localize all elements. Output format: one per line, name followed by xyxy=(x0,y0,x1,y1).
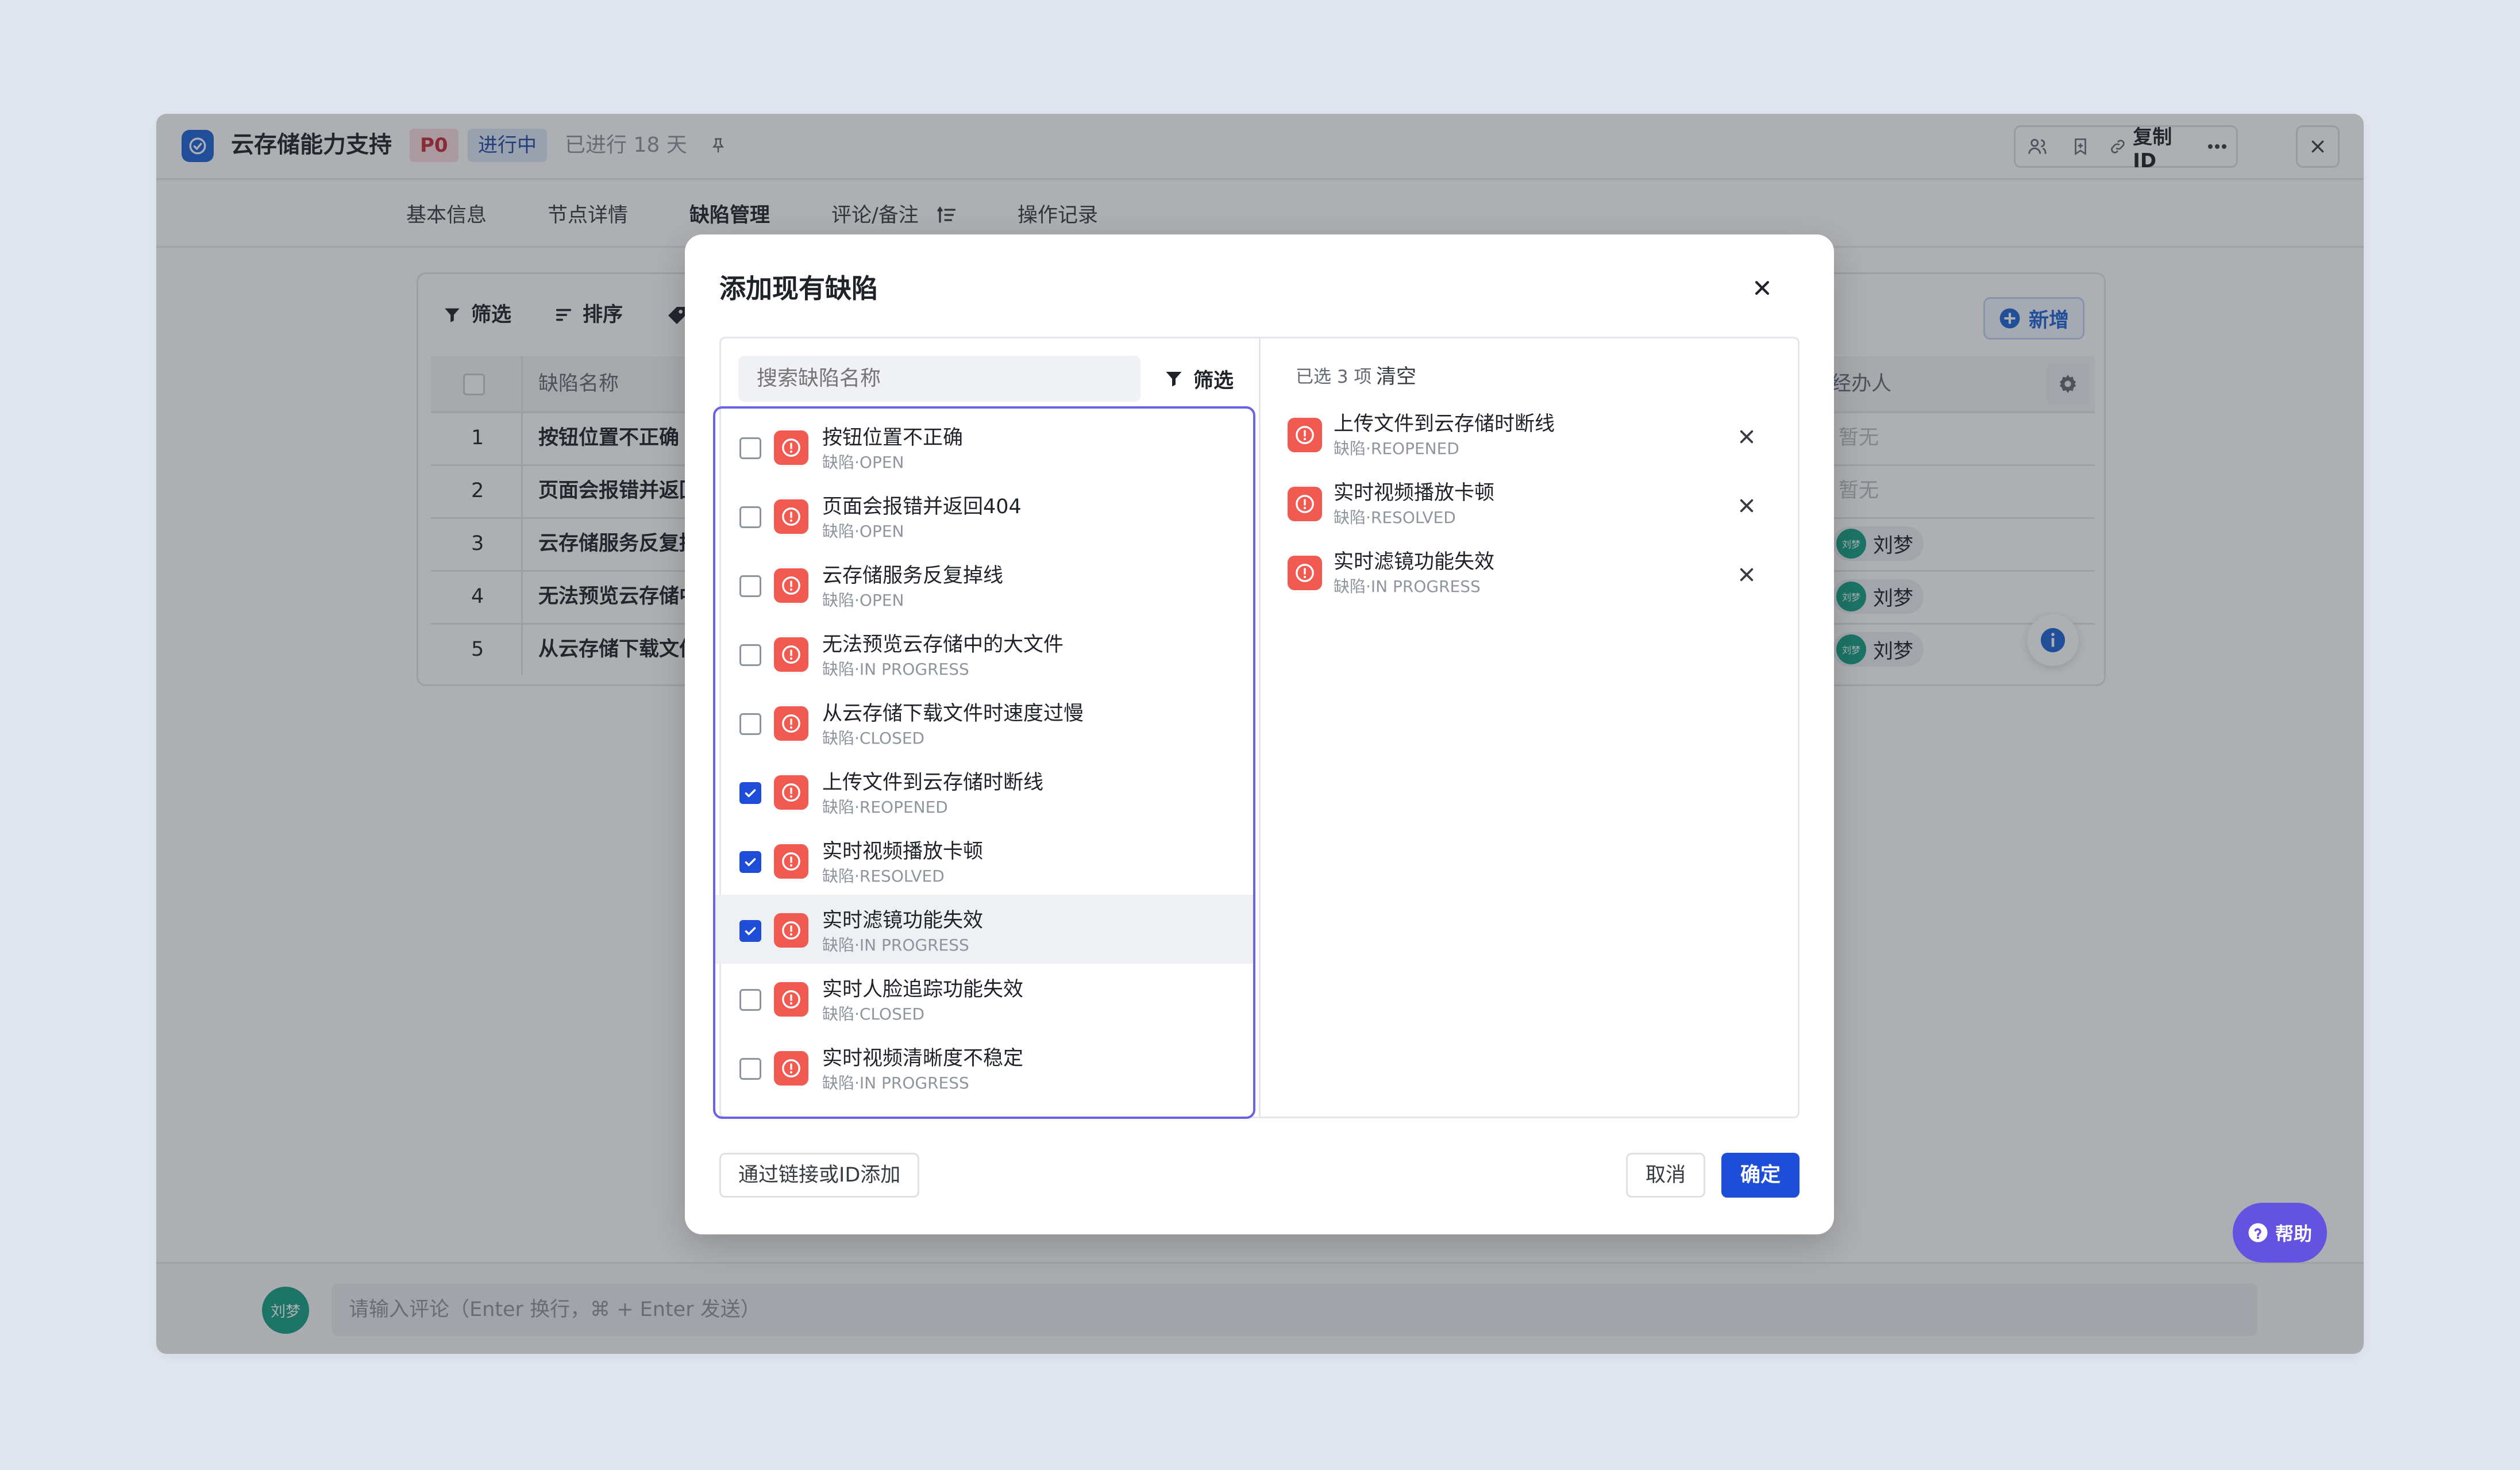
defect-list-item[interactable]: 从云存储下载文件时速度过慢缺陷·CLOSED xyxy=(715,688,1253,757)
help-button[interactable]: 帮助 xyxy=(2233,1203,2327,1263)
item-status: 缺陷·OPEN xyxy=(822,522,904,541)
defect-icon xyxy=(1288,418,1322,452)
item-title: 实时滤镜功能失效 xyxy=(822,909,984,932)
item-title: 上传文件到云存储时断线 xyxy=(822,771,1044,794)
item-title: 页面会报错并返回404 xyxy=(822,495,1022,518)
selected-item: 实时视频播放卡顿缺陷·RESOLVED xyxy=(1273,471,1790,540)
item-title: 按钮位置不正确 xyxy=(822,426,964,449)
remove-icon[interactable] xyxy=(1732,491,1761,520)
defect-icon xyxy=(774,844,808,879)
dialog-filter-button[interactable]: 筛选 xyxy=(1163,356,1234,402)
item-checkbox[interactable] xyxy=(739,575,761,597)
item-status: 缺陷·IN PROGRESS xyxy=(822,936,969,955)
item-status: 缺陷·CLOSED xyxy=(822,1005,925,1023)
defect-list-item[interactable]: 页面会报错并返回404 缺陷·OPEN xyxy=(715,481,1253,550)
search-input[interactable] xyxy=(738,356,1140,402)
selected-item-title: 上传文件到云存储时断线 xyxy=(1334,413,1555,436)
item-title: 无法预览云存储中的大文件 xyxy=(822,633,1064,656)
item-title: 从云存储下载文件时速度过慢 xyxy=(822,702,1084,725)
help-icon xyxy=(2248,1223,2268,1242)
item-status: 缺陷·OPEN xyxy=(822,453,904,472)
add-by-link-button[interactable]: 通过链接或ID添加 xyxy=(719,1153,920,1198)
dialog-filter-label: 筛选 xyxy=(1193,369,1234,392)
remove-icon[interactable] xyxy=(1732,560,1761,589)
item-checkbox[interactable] xyxy=(739,851,761,873)
defect-icon xyxy=(774,499,808,534)
selected-item-status: 缺陷·REOPENED xyxy=(1334,439,1459,458)
defect-icon xyxy=(774,775,808,810)
item-status: 缺陷·RESOLVED xyxy=(822,867,945,886)
dialog-close-icon[interactable] xyxy=(1742,268,1782,308)
dialog-title: 添加现有缺陷 xyxy=(719,273,878,304)
defect-icon xyxy=(1288,556,1322,590)
selected-item-title: 实时视频播放卡顿 xyxy=(1334,482,1495,505)
defect-list-item[interactable]: 按钮位置不正确缺陷·OPEN xyxy=(715,412,1253,481)
item-status: 缺陷·CLOSED xyxy=(822,729,925,748)
item-checkbox[interactable] xyxy=(739,713,761,735)
defect-list-item[interactable]: 上传文件到云存储时断线缺陷·REOPENED xyxy=(715,757,1253,826)
item-status: 缺陷·IN PROGRESS xyxy=(822,1073,969,1092)
remove-icon[interactable] xyxy=(1732,422,1761,451)
clear-selection-link[interactable]: 清空 xyxy=(1376,359,1416,395)
help-label: 帮助 xyxy=(2275,1223,2312,1245)
defect-icon xyxy=(774,568,808,603)
item-checkbox[interactable] xyxy=(739,644,761,666)
item-checkbox[interactable] xyxy=(739,1058,761,1080)
selected-item: 上传文件到云存储时断线缺陷·REOPENED xyxy=(1273,402,1790,471)
item-title: 实时视频播放卡顿 xyxy=(822,840,984,863)
selected-item: 实时滤镜功能失效缺陷·IN PROGRESS xyxy=(1273,540,1790,609)
defect-icon xyxy=(774,982,808,1017)
defect-list-item[interactable]: 实时视频播放卡顿缺陷·RESOLVED xyxy=(715,826,1253,895)
selected-item-title: 实时滤镜功能失效 xyxy=(1334,551,1495,574)
defect-icon xyxy=(1288,487,1322,521)
defect-list-item[interactable]: 实时视频清晰度不稳定缺陷·IN PROGRESS xyxy=(715,1033,1253,1102)
item-status: 缺陷·IN PROGRESS xyxy=(822,660,969,679)
item-checkbox[interactable] xyxy=(739,782,761,804)
item-title: 云存储服务反复掉线 xyxy=(822,564,1004,587)
defect-list-item[interactable]: 无法预览云存储中的大文件缺陷·IN PROGRESS xyxy=(715,619,1253,688)
item-checkbox[interactable] xyxy=(739,920,761,942)
confirm-button[interactable]: 确定 xyxy=(1721,1153,1800,1198)
item-checkbox[interactable] xyxy=(739,989,761,1011)
defect-icon xyxy=(774,706,808,741)
selected-count: 已选 3 项 xyxy=(1296,367,1372,387)
defect-icon xyxy=(774,913,808,948)
cancel-button[interactable]: 取消 xyxy=(1626,1153,1705,1198)
selected-item-status: 缺陷·RESOLVED xyxy=(1334,508,1456,527)
add-existing-defect-dialog: 添加现有缺陷 筛选 按钮位置不正确缺陷·OPEN 页面会报错并返回404 缺陷·OP… xyxy=(685,234,1834,1234)
item-checkbox[interactable] xyxy=(739,506,761,528)
item-checkbox[interactable] xyxy=(739,437,761,459)
defect-list-item[interactable]: 云存储服务反复掉线缺陷·OPEN xyxy=(715,550,1253,619)
defect-icon xyxy=(774,430,808,465)
panel-divider xyxy=(1259,338,1261,1117)
filter-icon xyxy=(1166,372,1182,387)
defect-list-item[interactable]: 实时人脸追踪功能失效缺陷·CLOSED xyxy=(715,964,1253,1033)
selected-item-status: 缺陷·IN PROGRESS xyxy=(1334,577,1481,596)
defect-list: 按钮位置不正确 缺陷·OPEN 页面会报错并返回404 缺陷·OPEN 云存储服务反复掉… xyxy=(713,406,1255,1119)
item-status: 缺陷·OPEN xyxy=(822,591,904,610)
item-title: 实时人脸追踪功能失效 xyxy=(822,978,1024,1001)
defect-icon xyxy=(774,1051,808,1086)
item-status: 缺陷·REOPENED xyxy=(822,798,948,817)
item-title: 实时视频清晰度不稳定 xyxy=(822,1047,1024,1070)
selection-panel: 筛选 按钮位置不正确缺陷·OPEN页面会报错并返回404缺陷·OPEN云存储服务… xyxy=(713,337,1800,1119)
defect-list-item[interactable]: 实时滤镜功能失效缺陷·IN PROGRESS xyxy=(715,895,1253,964)
defect-icon xyxy=(774,637,808,672)
